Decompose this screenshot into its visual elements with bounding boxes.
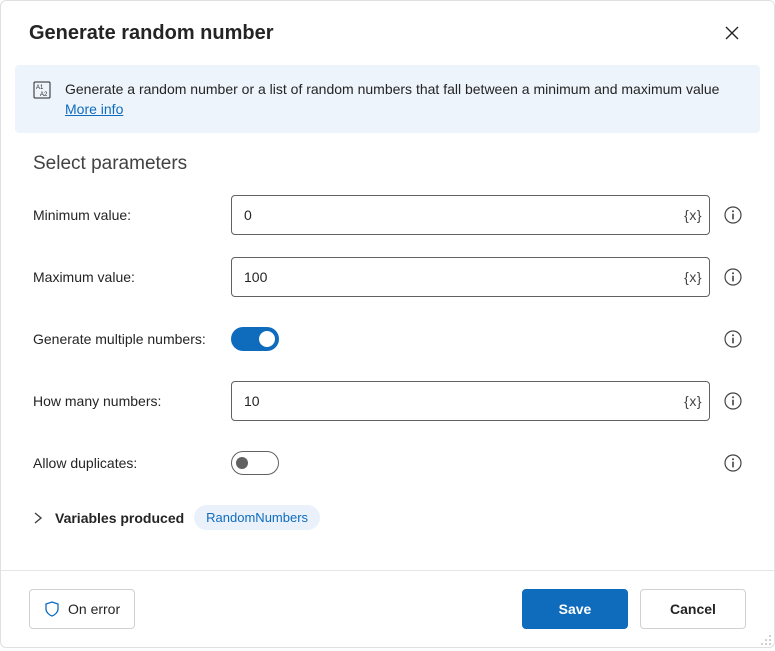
minimum-label: Minimum value: bbox=[33, 207, 231, 223]
toggle-knob bbox=[259, 331, 275, 347]
generate-multiple-toggle[interactable] bbox=[231, 327, 279, 351]
resize-icon bbox=[760, 634, 772, 646]
generate-multiple-info-button[interactable] bbox=[724, 330, 742, 348]
svg-text:A2: A2 bbox=[40, 92, 48, 98]
generate-multiple-label: Generate multiple numbers: bbox=[33, 331, 231, 347]
svg-text:A1: A1 bbox=[36, 85, 44, 91]
variable-picker-icon[interactable]: {x} bbox=[684, 393, 702, 409]
allow-duplicates-label: Allow duplicates: bbox=[33, 455, 231, 471]
resize-handle[interactable] bbox=[760, 633, 772, 645]
allow-duplicates-toggle[interactable] bbox=[231, 451, 279, 475]
info-icon bbox=[724, 392, 742, 410]
how-many-input-wrap: {x} bbox=[231, 381, 710, 421]
generate-multiple-control bbox=[231, 327, 742, 351]
variables-expand-toggle[interactable] bbox=[33, 512, 45, 524]
chevron-right-icon bbox=[33, 512, 43, 524]
variable-picker-icon[interactable]: {x} bbox=[684, 207, 702, 223]
banner-description: Generate a random number or a list of ra… bbox=[65, 81, 719, 97]
close-icon bbox=[725, 26, 739, 40]
param-allow-duplicates: Allow duplicates: bbox=[33, 443, 742, 483]
content-area: Select parameters Minimum value: {x} Max… bbox=[1, 153, 774, 570]
cancel-button[interactable]: Cancel bbox=[640, 589, 746, 629]
info-icon bbox=[724, 330, 742, 348]
dialog-header: Generate random number bbox=[1, 1, 774, 61]
how-many-control: {x} bbox=[231, 381, 742, 421]
allow-duplicates-info-button[interactable] bbox=[724, 454, 742, 472]
how-many-info-button[interactable] bbox=[724, 392, 742, 410]
maximum-info-button[interactable] bbox=[724, 268, 742, 286]
maximum-control: {x} bbox=[231, 257, 742, 297]
variables-produced-row: Variables produced RandomNumbers bbox=[33, 505, 742, 530]
banner-text: Generate a random number or a list of ra… bbox=[65, 79, 742, 119]
info-banner: A1A2 Generate a random number or a list … bbox=[15, 65, 760, 133]
action-icon: A1A2 bbox=[33, 81, 51, 99]
info-icon bbox=[724, 206, 742, 224]
dialog: Generate random number A1A2 Generate a r… bbox=[0, 0, 775, 648]
minimum-info-button[interactable] bbox=[724, 206, 742, 224]
maximum-input[interactable] bbox=[231, 257, 710, 297]
save-button[interactable]: Save bbox=[522, 589, 628, 629]
minimum-input[interactable] bbox=[231, 195, 710, 235]
param-minimum: Minimum value: {x} bbox=[33, 195, 742, 235]
param-maximum: Maximum value: {x} bbox=[33, 257, 742, 297]
dialog-footer: On error Save Cancel bbox=[1, 570, 774, 647]
dialog-title: Generate random number bbox=[29, 22, 274, 45]
on-error-button[interactable]: On error bbox=[29, 589, 135, 629]
toggle-knob bbox=[236, 457, 248, 469]
param-generate-multiple: Generate multiple numbers: bbox=[33, 319, 742, 359]
close-button[interactable] bbox=[718, 19, 746, 47]
section-title: Select parameters bbox=[33, 153, 742, 175]
variable-picker-icon[interactable]: {x} bbox=[684, 269, 702, 285]
maximum-input-wrap: {x} bbox=[231, 257, 710, 297]
allow-duplicates-control bbox=[231, 451, 742, 475]
variables-produced-label: Variables produced bbox=[55, 510, 184, 526]
param-how-many: How many numbers: {x} bbox=[33, 381, 742, 421]
minimum-input-wrap: {x} bbox=[231, 195, 710, 235]
how-many-input[interactable] bbox=[231, 381, 710, 421]
more-info-link[interactable]: More info bbox=[65, 101, 123, 117]
variable-pill-randomnumbers[interactable]: RandomNumbers bbox=[194, 505, 320, 530]
maximum-label: Maximum value: bbox=[33, 269, 231, 285]
on-error-label: On error bbox=[68, 601, 120, 617]
how-many-label: How many numbers: bbox=[33, 393, 231, 409]
shield-icon bbox=[44, 601, 60, 617]
minimum-control: {x} bbox=[231, 195, 742, 235]
info-icon bbox=[724, 268, 742, 286]
info-icon bbox=[724, 454, 742, 472]
